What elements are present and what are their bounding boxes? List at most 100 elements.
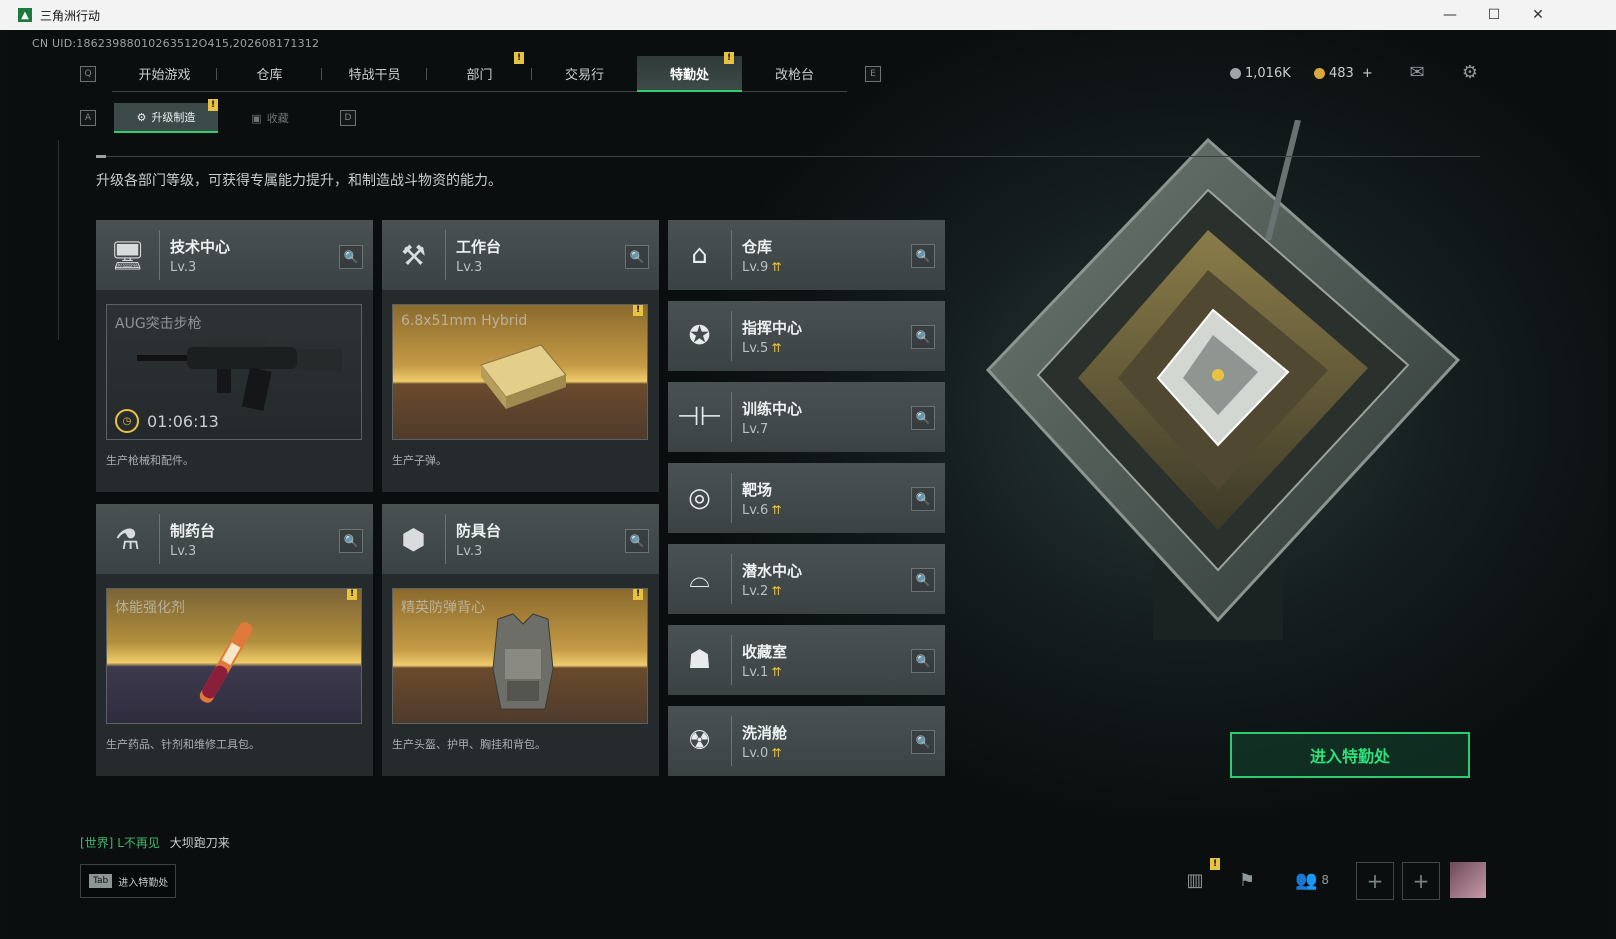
dept-decon-chamber[interactable]: ☢ 洗消舱 Lv.0 ⇈ 🔍 <box>668 706 945 776</box>
key-hint-a: A <box>80 110 96 126</box>
card-armor-bench[interactable]: ⬢ 防具台 Lv.3 🔍 精英防弹背心 ! 生产头盔、护甲、胸挂和背包。 <box>382 504 659 776</box>
tab-key-hint[interactable]: Tab 进入特勤处 <box>80 864 176 898</box>
close-button[interactable]: ✕ <box>1516 0 1560 30</box>
tab-warehouse[interactable]: 仓库 <box>217 56 322 92</box>
maximize-button[interactable]: ☐ <box>1472 0 1516 30</box>
item-name: AUG突击步枪 <box>115 316 202 332</box>
chat-text: 大坝跑刀来 <box>169 836 230 850</box>
tab-trade[interactable]: 交易行 <box>532 56 637 92</box>
notification-badge: ! <box>1210 858 1220 870</box>
rifle-image <box>137 339 342 411</box>
dept-training-center[interactable]: ⊣⊢ 训练中心 Lv.7 🔍 <box>668 382 945 452</box>
upgrade-available-icon: ⇈ <box>771 340 782 355</box>
department-name: 洗消舱 <box>742 723 788 742</box>
dept-command-center[interactable]: ✪ 指挥中心 Lv.5 ⇈ 🔍 <box>668 301 945 371</box>
tab-start-game[interactable]: 开始游戏 <box>112 56 217 92</box>
key-hint-d: D <box>340 110 356 126</box>
department-level: Lv.5 ⇈ <box>742 340 782 356</box>
hammer-icon: ⚒ <box>382 230 446 280</box>
friends-button[interactable]: 👥 8 <box>1292 862 1332 898</box>
production-slot[interactable]: 6.8x51mm Hybrid ! <box>392 304 648 440</box>
search-icon[interactable]: 🔍 <box>911 649 935 673</box>
tab-collection[interactable]: ▣ 收藏 <box>218 104 322 132</box>
search-icon[interactable]: 🔍 <box>911 325 935 349</box>
player-avatar[interactable] <box>1450 862 1486 898</box>
settings-gear-icon[interactable]: ⚙ <box>1459 62 1481 83</box>
command-icon: ✪ <box>668 311 732 361</box>
notification-badge: ! <box>347 589 357 600</box>
search-icon[interactable]: 🔍 <box>339 529 363 553</box>
dept-collection-room[interactable]: ☗ 收藏室 Lv.1 ⇈ 🔍 <box>668 625 945 695</box>
search-icon[interactable]: 🔍 <box>339 245 363 269</box>
notification-badge: ! <box>633 305 643 316</box>
player-uid: CN UID:18623988010263512O415,20260817131… <box>32 37 320 50</box>
notification-badge: ! <box>514 52 524 64</box>
department-level: Lv.1 ⇈ <box>742 664 782 680</box>
production-slot[interactable]: AUG突击步枪 ◷ 01:06:13 <box>106 304 362 440</box>
gold-currency[interactable]: 483 + <box>1314 66 1373 81</box>
search-icon[interactable]: 🔍 <box>911 406 935 430</box>
search-icon[interactable]: 🔍 <box>911 568 935 592</box>
gold-coin-icon <box>1314 68 1325 79</box>
add-currency-button[interactable]: + <box>1362 66 1373 81</box>
add-squad-slot-button[interactable]: + <box>1356 862 1394 900</box>
department-name: 制药台 <box>170 521 216 540</box>
card-description: 生产子弹。 <box>392 454 447 467</box>
card-header: ⚗ 制药台 Lv.3 🔍 <box>96 504 373 574</box>
department-name: 指挥中心 <box>742 318 803 337</box>
card-tech-center[interactable]: 🖥 技术中心 Lv.3 🔍 AUG突击步枪 ◷ 01:06:13 生产枪械和配件… <box>96 220 373 492</box>
tab-special-ops[interactable]: 特勤处! <box>637 52 742 92</box>
dept-shooting-range[interactable]: ◎ 靶场 Lv.6 ⇈ 🔍 <box>668 463 945 533</box>
key-hint-q: Q <box>80 66 96 82</box>
app-logo-icon: ▲ <box>18 8 32 22</box>
chat-channel: [世界] <box>80 836 114 850</box>
card-pharmacy[interactable]: ⚗ 制药台 Lv.3 🔍 体能强化剂 ! 生产药品、针剂和维修工具包。 <box>96 504 373 776</box>
department-level: Lv.3 <box>170 259 197 275</box>
notification-badge: ! <box>208 99 218 111</box>
dept-warehouse[interactable]: ⌂ 仓库 Lv.9 ⇈ 🔍 <box>668 220 945 290</box>
department-level: Lv.9 ⇈ <box>742 259 782 275</box>
card-workbench[interactable]: ⚒ 工作台 Lv.3 🔍 6.8x51mm Hybrid ! 生产子弹。 <box>382 220 659 492</box>
card-description: 生产头盔、护甲、胸挂和背包。 <box>392 738 546 751</box>
wrench-icon: ⚙ <box>136 110 147 124</box>
tab-gunsmith[interactable]: 改枪台 <box>742 56 847 92</box>
card-header: 🖥 技术中心 Lv.3 🔍 <box>96 220 373 290</box>
sub-navigation: A ⚙ 升级制造 ! ▣ 收藏 D <box>80 99 356 133</box>
search-icon[interactable]: 🔍 <box>911 730 935 754</box>
search-icon[interactable]: 🔍 <box>625 529 649 553</box>
cube-structure-illustration <box>985 120 1461 640</box>
department-level: Lv.3 <box>456 543 483 559</box>
clock-icon: ◷ <box>115 409 139 433</box>
search-icon[interactable]: 🔍 <box>911 487 935 511</box>
tab-department[interactable]: 部门! <box>427 52 532 92</box>
department-name: 仓库 <box>742 237 773 256</box>
department-name: 靶场 <box>742 480 773 499</box>
production-slot[interactable]: 体能强化剂 ! <box>106 588 362 724</box>
tab-upgrade-produce[interactable]: ⚙ 升级制造 ! <box>114 99 218 133</box>
search-icon[interactable]: 🔍 <box>911 244 935 268</box>
production-slot[interactable]: 精英防弹背心 ! <box>392 588 648 724</box>
item-name: 精英防弹背心 <box>401 600 485 616</box>
department-level: Lv.0 ⇈ <box>742 745 782 761</box>
ammo-box-image <box>480 344 567 409</box>
dumbbell-icon: ⊣⊢ <box>668 392 732 442</box>
chat-user[interactable]: L不再见 <box>117 836 160 850</box>
dept-diving-center[interactable]: ⌓ 潜水中心 Lv.2 ⇈ 🔍 <box>668 544 945 614</box>
chat-message[interactable]: [世界] L不再见 大坝跑刀来 <box>80 834 230 851</box>
friends-icon: 👥 <box>1294 869 1318 891</box>
header-divider <box>96 155 1480 158</box>
page-description: 升级各部门等级，可获得专属能力提升，和制造战斗物资的能力。 <box>96 173 502 189</box>
add-squad-slot-button[interactable]: + <box>1402 862 1440 900</box>
department-name: 潜水中心 <box>742 561 803 580</box>
decon-icon: ☢ <box>668 716 732 766</box>
upgrade-available-icon: ⇈ <box>771 502 782 517</box>
stats-icon[interactable]: ▥ <box>1180 862 1210 898</box>
item-name: 6.8x51mm Hybrid <box>401 313 528 329</box>
enter-special-ops-button[interactable]: 进入特勤处 <box>1230 732 1470 778</box>
tab-operators[interactable]: 特战干员 <box>322 56 427 92</box>
minimize-button[interactable]: — <box>1428 0 1472 30</box>
flag-icon[interactable]: ⚑ <box>1232 862 1262 898</box>
mail-icon[interactable]: ✉ <box>1406 62 1428 83</box>
search-icon[interactable]: 🔍 <box>625 245 649 269</box>
department-name: 训练中心 <box>742 399 803 418</box>
